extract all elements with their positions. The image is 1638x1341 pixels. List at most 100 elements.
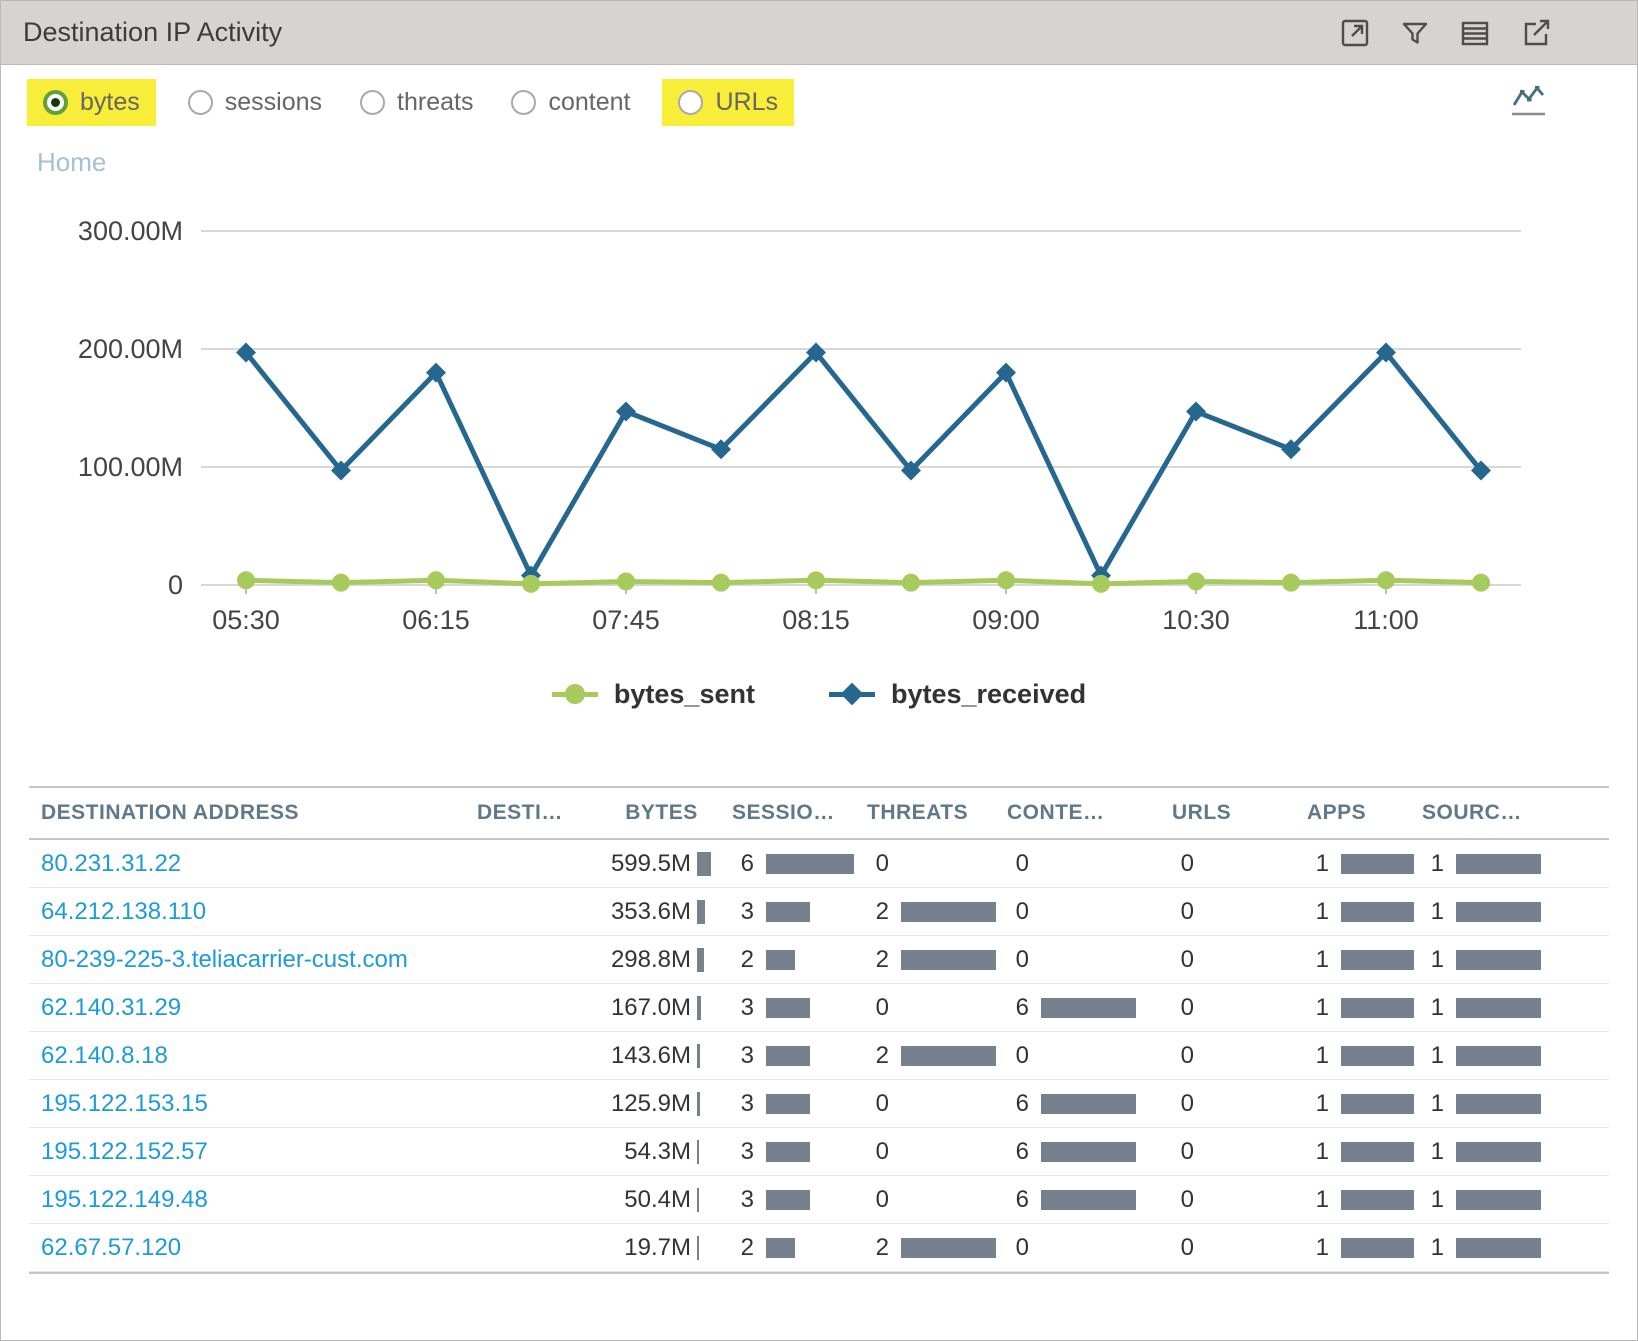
apps-bar	[1341, 854, 1414, 874]
bytes-bar	[697, 1092, 700, 1116]
destination-address-link[interactable]: 64.212.138.110	[41, 898, 206, 926]
svg-text:300.00M: 300.00M	[78, 216, 183, 246]
urls-value: 0	[1164, 1090, 1194, 1118]
source-bar	[1456, 854, 1541, 874]
svg-text:07:45: 07:45	[592, 605, 660, 635]
source-value: 1	[1414, 994, 1444, 1022]
sessions-value: 3	[724, 994, 754, 1022]
sessions-value: 2	[724, 946, 754, 974]
table-cell-bytes: 167.0M	[599, 984, 724, 1032]
column-header[interactable]: THREATS	[859, 786, 999, 840]
table-cell-content: 0	[999, 888, 1164, 936]
destination-address-link[interactable]: 195.122.153.15	[41, 1090, 208, 1118]
widget-titlebar: Destination IP Activity	[1, 1, 1637, 65]
radio-option-content[interactable]: content	[505, 79, 636, 126]
urls-value: 0	[1164, 1186, 1194, 1214]
source-value: 1	[1414, 1234, 1444, 1262]
column-header[interactable]: CONTE…	[999, 786, 1164, 840]
column-header[interactable]: SESSIO…	[724, 786, 859, 840]
destination-address-link[interactable]: 80-239-225-3.teliacarrier-cust.com	[41, 946, 408, 974]
table-cell-threats: 0	[859, 984, 999, 1032]
destination-address-link[interactable]: 195.122.152.57	[41, 1138, 208, 1166]
radio-option-sessions[interactable]: sessions	[182, 79, 328, 126]
svg-text:11:00: 11:00	[1353, 605, 1419, 635]
destination-address-link[interactable]: 62.67.57.120	[41, 1234, 181, 1262]
table-cell-apps: 1	[1299, 1128, 1414, 1176]
threats-value: 2	[859, 946, 889, 974]
table-cell-urls: 0	[1164, 1176, 1299, 1224]
radio-option-bytes[interactable]: bytes	[27, 79, 156, 126]
urls-value: 0	[1164, 898, 1194, 926]
filter-icon[interactable]	[1399, 17, 1431, 49]
bytes-value: 50.4M	[599, 1186, 691, 1214]
table-cell-bytes: 54.3M	[599, 1128, 724, 1176]
destination-address-link[interactable]: 62.140.31.29	[41, 994, 181, 1022]
column-header[interactable]: DESTI…	[469, 786, 599, 840]
table-cell-source: 1	[1414, 984, 1609, 1032]
table-cell-threats: 2	[859, 1224, 999, 1272]
sessions-value: 3	[724, 1138, 754, 1166]
table-cell-threats: 2	[859, 888, 999, 936]
activity-line-chart: 0100.00M200.00M300.00M05:3006:1507:4508:…	[1, 192, 1637, 644]
table-cell-bytes: 298.8M	[599, 936, 724, 984]
threats-value: 0	[859, 850, 889, 878]
column-header[interactable]: SOURC…	[1414, 786, 1609, 840]
column-header[interactable]: APPS	[1299, 786, 1414, 840]
table-cell-threats: 0	[859, 840, 999, 888]
apps-value: 1	[1299, 850, 1329, 878]
svg-text:05:30: 05:30	[212, 605, 280, 635]
destination-address-link[interactable]: 195.122.149.48	[41, 1186, 208, 1214]
metric-controls-row: bytes sessions threats content URLs	[1, 79, 1637, 125]
export-icon[interactable]	[1519, 16, 1553, 50]
bytes-bar	[697, 948, 704, 972]
column-header[interactable]: URLS	[1164, 786, 1299, 840]
svg-text:200.00M: 200.00M	[78, 334, 183, 364]
table-cell-urls: 0	[1164, 936, 1299, 984]
legend-item-bytes_received[interactable]: bytes_received	[829, 679, 1086, 710]
table-cell-dest-user	[469, 888, 599, 936]
table-cell-apps: 1	[1299, 1176, 1414, 1224]
table-cell-sessions: 2	[724, 936, 859, 984]
legend-label: bytes_received	[891, 679, 1086, 710]
content-bar	[1041, 1142, 1136, 1162]
content-value: 0	[999, 850, 1029, 878]
table-cell-source: 1	[1414, 1176, 1609, 1224]
destination-address-link[interactable]: 62.140.8.18	[41, 1042, 168, 1070]
radio-option-urls[interactable]: URLs	[662, 79, 794, 126]
table-cell-sessions: 2	[724, 1224, 859, 1272]
sessions-bar	[766, 998, 810, 1018]
apps-value: 1	[1299, 1042, 1329, 1070]
table-cell-sessions: 3	[724, 1032, 859, 1080]
apps-bar	[1341, 1094, 1414, 1114]
content-bar	[1041, 1094, 1136, 1114]
threats-bar	[901, 1046, 996, 1066]
radio-option-threats[interactable]: threats	[354, 79, 479, 126]
sessions-bar	[766, 854, 854, 874]
urls-value: 0	[1164, 850, 1194, 878]
table-cell-bytes: 125.9M	[599, 1080, 724, 1128]
urls-value: 0	[1164, 1042, 1194, 1070]
threats-value: 0	[859, 1090, 889, 1118]
source-value: 1	[1414, 898, 1444, 926]
column-header[interactable]: DESTINATION ADDRESS	[29, 786, 469, 840]
apps-value: 1	[1299, 1138, 1329, 1166]
legend-item-bytes_sent[interactable]: bytes_sent	[552, 679, 755, 710]
metric-radio-group: bytes sessions threats content URLs	[27, 79, 820, 126]
table-cell-dest-user	[469, 1224, 599, 1272]
bytes-value: 125.9M	[599, 1090, 691, 1118]
line-chart-type-icon[interactable]	[1509, 82, 1549, 123]
table-view-icon[interactable]	[1459, 17, 1491, 49]
urls-value: 0	[1164, 1234, 1194, 1262]
table-cell-content: 6	[999, 1176, 1164, 1224]
table-cell-threats: 2	[859, 1032, 999, 1080]
breadcrumb-home[interactable]: Home	[37, 147, 106, 178]
column-header[interactable]: BYTES	[599, 786, 724, 840]
maximize-icon[interactable]	[1339, 17, 1371, 49]
table-cell-threats: 0	[859, 1128, 999, 1176]
destination-address-link[interactable]: 80.231.31.22	[41, 850, 181, 878]
bytes-value: 353.6M	[599, 898, 691, 926]
apps-bar	[1341, 1142, 1414, 1162]
source-value: 1	[1414, 946, 1444, 974]
svg-text:08:15: 08:15	[782, 605, 850, 635]
line-chart-canvas: 0100.00M200.00M300.00M05:3006:1507:4508:…	[31, 192, 1607, 644]
